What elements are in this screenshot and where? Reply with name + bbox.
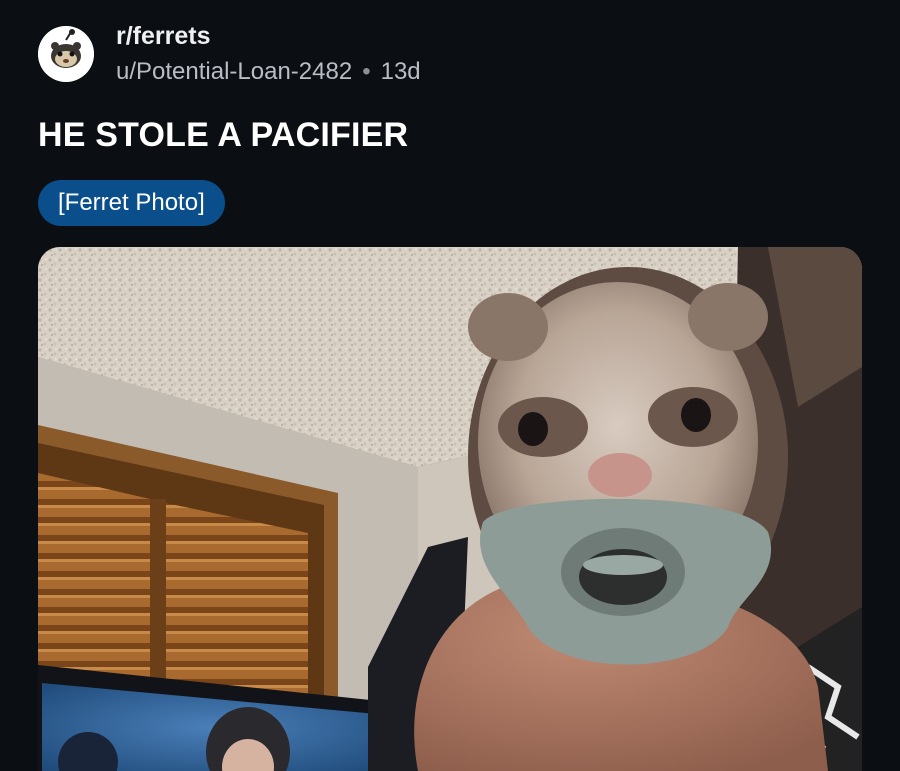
subreddit-name[interactable]: r/ferrets bbox=[116, 22, 211, 51]
author-link[interactable]: u/Potential-Loan-2482 bbox=[116, 58, 352, 85]
post-age: 13d bbox=[380, 58, 421, 85]
post-header: r/ferrets u/Potential-Loan-2482 • 13d bbox=[38, 20, 858, 86]
post-title[interactable]: HE STOLE A PACIFIER bbox=[38, 116, 408, 155]
subreddit-avatar-icon[interactable] bbox=[38, 26, 94, 82]
ferret-photo bbox=[38, 247, 862, 771]
post-meta: u/Potential-Loan-2482 • 13d bbox=[116, 58, 421, 86]
meta-separator: • bbox=[362, 58, 371, 85]
post-image[interactable] bbox=[38, 247, 862, 771]
post-flair[interactable]: [Ferret Photo] bbox=[38, 180, 225, 226]
